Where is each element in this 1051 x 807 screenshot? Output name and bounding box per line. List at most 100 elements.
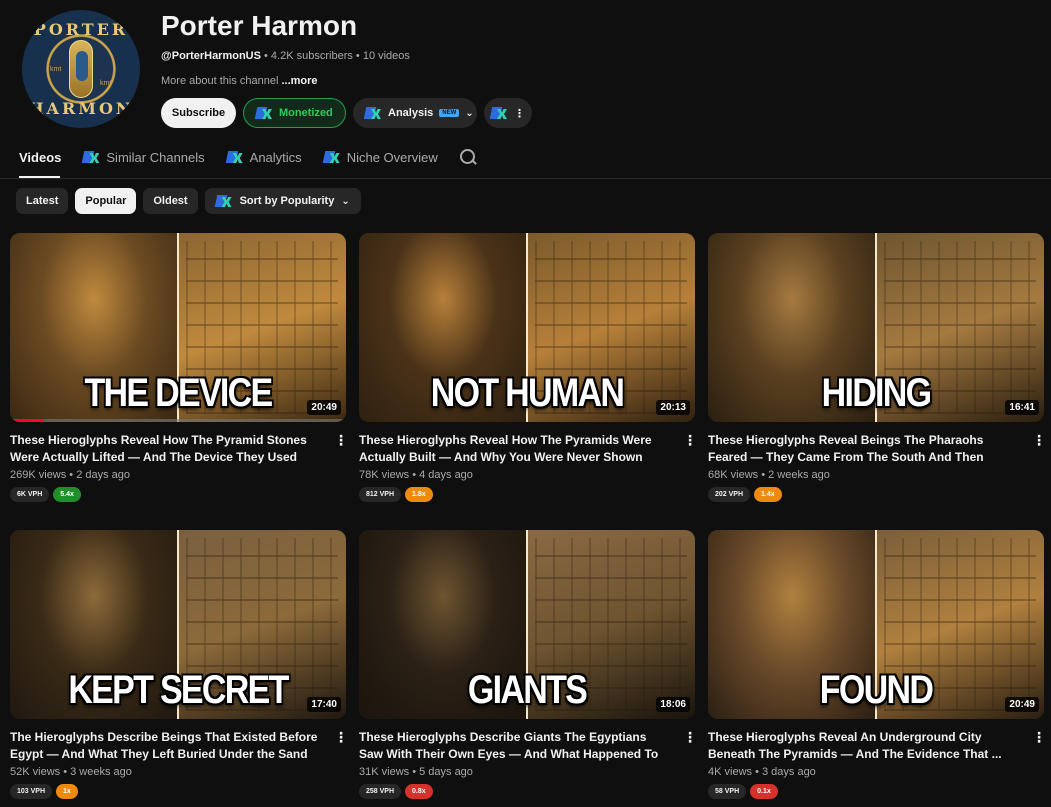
vph-badge: 58 VPH: [708, 784, 747, 799]
extension-more-button[interactable]: ⋮: [484, 98, 532, 128]
video-badges: 58 VPH 0.1x: [708, 784, 1044, 799]
tab-label: Videos: [19, 149, 62, 165]
video-title[interactable]: These Hieroglyphs Reveal Beings The Phar…: [708, 432, 1018, 466]
vph-badge: 202 VPH: [708, 487, 751, 502]
extension-logo-icon: [83, 150, 100, 164]
watch-progress-bar: [10, 419, 346, 422]
sort-dropdown[interactable]: Sort by Popularity ⌄: [204, 188, 361, 214]
outlier-ratio-badge: 0.1x: [750, 784, 778, 799]
video-title[interactable]: These Hieroglyphs Describe Giants The Eg…: [359, 729, 669, 763]
video-card[interactable]: HIDING 16:41 These Hieroglyphs Reveal Be…: [708, 233, 1046, 502]
tab-videos[interactable]: Videos: [19, 150, 61, 165]
chip-oldest[interactable]: Oldest: [143, 188, 198, 214]
video-card[interactable]: NOT HUMAN 20:13 These Hieroglyphs Reveal…: [359, 233, 697, 502]
about-more-link[interactable]: ...more: [281, 75, 317, 87]
sort-label: Sort by Popularity: [239, 195, 335, 207]
video-thumbnail[interactable]: NOT HUMAN 20:13: [359, 233, 695, 422]
extension-logo-icon: [216, 194, 233, 208]
more-options-icon[interactable]: ⋮: [1032, 432, 1046, 449]
video-card[interactable]: FOUND 20:49 These Hieroglyphs Reveal An …: [708, 530, 1046, 799]
video-card[interactable]: GIANTS 18:06 These Hieroglyphs Describe …: [359, 530, 697, 799]
outlier-ratio-badge: 1.4x: [754, 487, 782, 502]
tab-label: Similar Channels: [106, 149, 205, 165]
more-options-icon[interactable]: ⋮: [683, 432, 697, 449]
video-title[interactable]: These Hieroglyphs Reveal An Underground …: [708, 729, 1018, 763]
tab-similar-channels[interactable]: Similar Channels: [83, 150, 204, 165]
video-title[interactable]: The Hieroglyphs Describe Beings That Exi…: [10, 729, 320, 763]
video-thumbnail[interactable]: THE DEVICE 20:49: [10, 233, 346, 422]
channel-meta: @PorterHarmonUS • 4.2K subscribers • 10 …: [161, 50, 410, 62]
more-options-icon[interactable]: ⋮: [334, 729, 348, 746]
channel-name: Porter Harmon: [161, 10, 358, 41]
subscribe-button[interactable]: Subscribe: [161, 98, 236, 128]
chevron-down-icon: ⌄: [341, 195, 350, 207]
thumbnail-overlay-text: FOUND: [819, 668, 934, 712]
vph-badge: 812 VPH: [359, 487, 402, 502]
video-duration: 20:49: [307, 400, 341, 415]
video-card[interactable]: KEPT SECRET 17:40 The Hieroglyphs Descri…: [10, 530, 348, 799]
video-thumbnail[interactable]: FOUND 20:49: [708, 530, 1044, 719]
video-duration: 17:40: [307, 697, 341, 712]
video-badges: 812 VPH 1.8x: [359, 487, 695, 502]
tab-niche-overview[interactable]: Niche Overview: [324, 150, 438, 165]
channel-avatar[interactable]: PORTER kmt kmt HARMON: [22, 10, 140, 128]
outlier-ratio-badge: 1.8x: [405, 487, 433, 502]
video-thumbnail[interactable]: HIDING 16:41: [708, 233, 1044, 422]
video-badges: 6K VPH 5.4x: [10, 487, 346, 502]
channel-actions: Subscribe Monetized Analysis NEW ⌄ ⋮: [161, 98, 532, 128]
tab-analytics[interactable]: Analytics: [227, 150, 302, 165]
more-options-icon[interactable]: ⋮: [334, 432, 348, 449]
thumbnail-overlay-text: KEPT SECRET: [68, 668, 289, 712]
video-badges: 103 VPH 1x: [10, 784, 346, 799]
chip-latest[interactable]: Latest: [16, 188, 69, 214]
tab-label: Analytics: [249, 149, 302, 165]
video-card[interactable]: THE DEVICE 20:49 These Hieroglyphs Revea…: [10, 233, 348, 502]
tabs-divider: [0, 178, 1051, 179]
channel-stats: • 4.2K subscribers • 10 videos: [260, 50, 410, 62]
chevron-down-icon: ⌄: [465, 107, 474, 119]
video-stats: 78K views • 4 days ago: [359, 469, 473, 481]
video-thumbnail[interactable]: KEPT SECRET 17:40: [10, 530, 346, 719]
channel-tabs: Videos Similar Channels Analytics Niche …: [19, 146, 476, 168]
outlier-ratio-badge: 5.4x: [53, 487, 81, 502]
extension-logo-icon: [227, 150, 244, 164]
cartouche-icon: [69, 40, 93, 98]
vph-badge: 258 VPH: [359, 784, 402, 799]
analysis-label: Analysis: [388, 107, 434, 119]
video-title[interactable]: These Hieroglyphs Reveal How The Pyramid…: [10, 432, 320, 466]
outlier-ratio-badge: 0.8x: [405, 784, 433, 799]
video-stats: 269K views • 2 days ago: [10, 469, 131, 481]
analysis-button[interactable]: Analysis NEW ⌄: [353, 98, 477, 128]
thumbnail-overlay-text: GIANTS: [467, 668, 588, 712]
extension-logo-icon: [365, 106, 382, 120]
chip-popular[interactable]: Popular: [75, 188, 137, 214]
video-duration: 20:49: [1005, 697, 1039, 712]
extension-logo-icon: [491, 106, 508, 120]
outlier-ratio-badge: 1x: [56, 784, 78, 799]
video-thumbnail[interactable]: GIANTS 18:06: [359, 530, 695, 719]
more-dots-icon: ⋮: [514, 107, 525, 120]
video-stats: 52K views • 3 weeks ago: [10, 766, 132, 778]
vph-badge: 6K VPH: [10, 487, 50, 502]
channel-handle: @PorterHarmonUS: [161, 50, 261, 62]
sort-chips: Latest Popular Oldest Sort by Popularity…: [16, 188, 361, 214]
video-badges: 202 VPH 1.4x: [708, 487, 1044, 502]
video-title[interactable]: These Hieroglyphs Reveal How The Pyramid…: [359, 432, 669, 466]
monetized-button[interactable]: Monetized: [243, 98, 346, 128]
channel-about[interactable]: More about this channel ...more: [161, 75, 318, 87]
video-badges: 258 VPH 0.8x: [359, 784, 695, 799]
more-options-icon[interactable]: ⋮: [683, 729, 697, 746]
video-duration: 18:06: [656, 697, 690, 712]
video-stats: 68K views • 2 weeks ago: [708, 469, 830, 481]
video-duration: 20:13: [656, 400, 690, 415]
thumbnail-overlay-text: NOT HUMAN: [430, 371, 625, 415]
avatar-side-right: kmt: [100, 80, 112, 87]
more-options-icon[interactable]: ⋮: [1032, 729, 1046, 746]
extension-logo-icon: [256, 106, 273, 120]
vph-badge: 103 VPH: [10, 784, 53, 799]
avatar-top-text: PORTER: [33, 20, 129, 39]
thumbnail-overlay-text: HIDING: [821, 371, 933, 415]
search-button[interactable]: [459, 149, 476, 165]
new-badge: NEW: [439, 109, 460, 117]
avatar-bottom-text: HARMON: [28, 99, 134, 118]
